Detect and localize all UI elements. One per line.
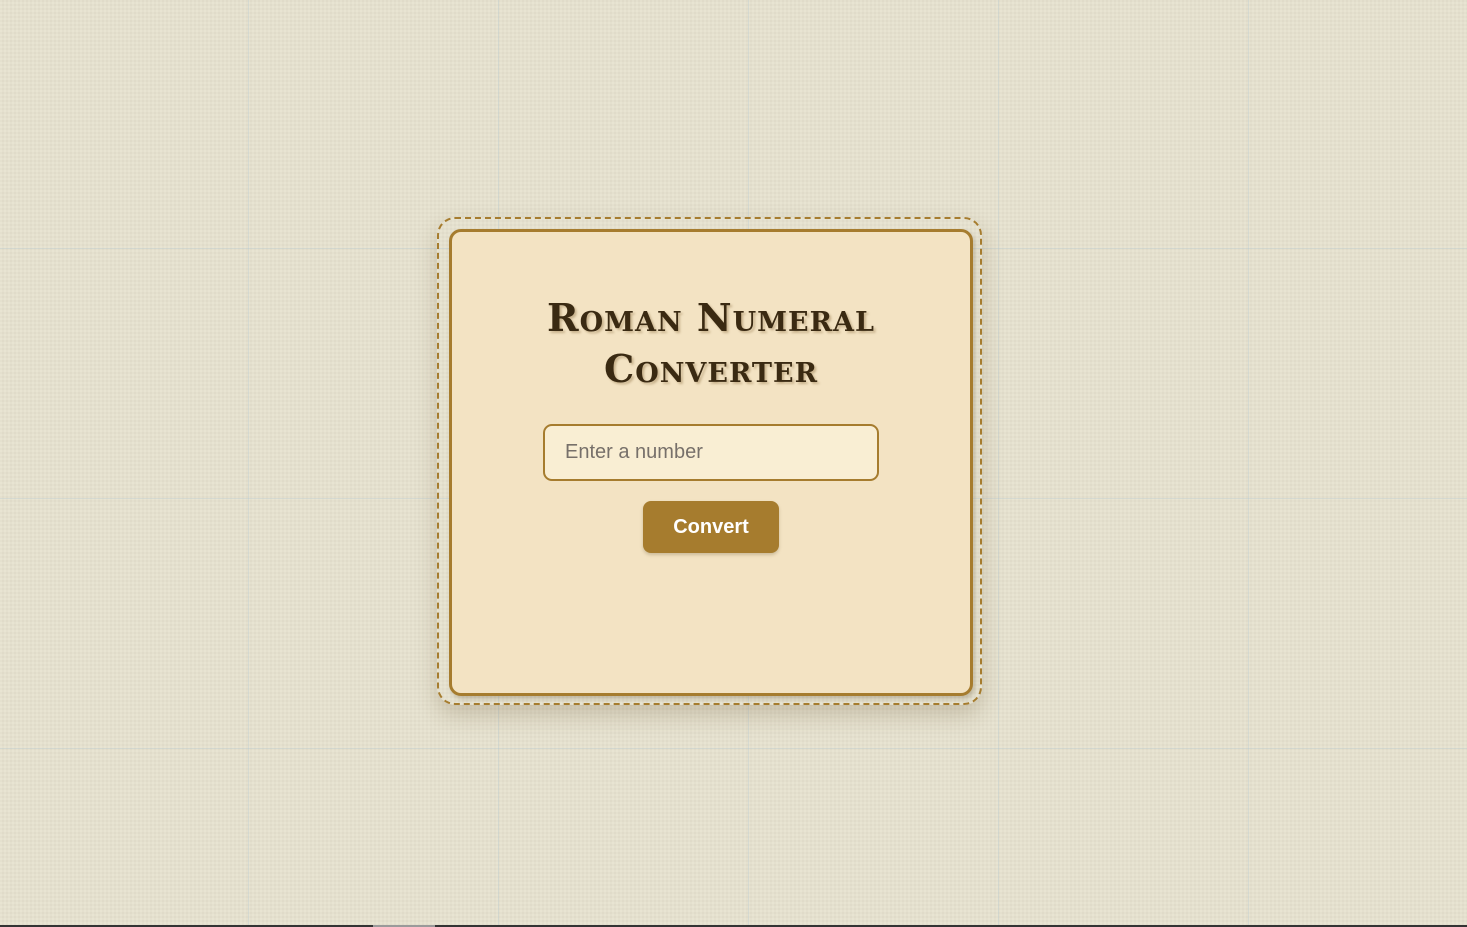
number-input[interactable] [543, 424, 879, 481]
converter-card: Roman Numeral Converter Convert [449, 229, 973, 696]
convert-button[interactable]: Convert [643, 501, 779, 553]
result-output [452, 582, 970, 616]
page-title: Roman Numeral Converter [547, 295, 875, 391]
